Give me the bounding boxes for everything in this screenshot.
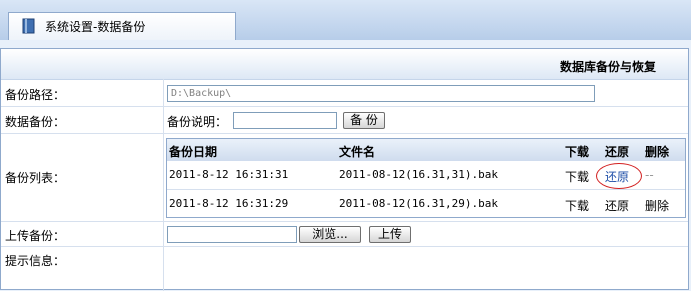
- backup-list-label: 备份列表：: [5, 171, 66, 185]
- upload-file-input[interactable]: [167, 226, 297, 243]
- panel-header: 数据库备份与恢复: [1, 49, 688, 80]
- download-link[interactable]: 下载: [565, 197, 589, 214]
- data-backup-row: 数据备份： 备份说明： 备 份: [1, 107, 688, 134]
- upload-button[interactable]: 上传: [369, 226, 411, 243]
- backup-filename: 2011-08-12(16.31,31).bak: [339, 168, 498, 181]
- backup-list-header: 备份日期 文件名 下载 还原 删除: [167, 139, 685, 161]
- download-link[interactable]: 下载: [565, 168, 589, 185]
- table-row: 2011-8-12 16:31:31 2011-08-12(16.31,31).…: [167, 161, 685, 190]
- data-backup-label: 数据备份：: [5, 115, 66, 129]
- column-header-delete: 删除: [645, 145, 670, 159]
- column-header-restore: 还原: [605, 145, 630, 159]
- panel-title: 数据库备份与恢复: [559, 60, 656, 74]
- backup-path-input[interactable]: [167, 85, 595, 102]
- column-header-date: 备份日期: [169, 145, 218, 159]
- backup-list-table: 备份日期 文件名 下载 还原 删除 2011-8-12 16:31:31 201…: [166, 138, 686, 218]
- backup-date: 2011-8-12 16:31:29: [169, 197, 289, 210]
- table-row: 2011-8-12 16:31:29 2011-08-12(16.31,29).…: [167, 190, 685, 218]
- browse-button[interactable]: 浏览...: [299, 226, 361, 243]
- backup-button[interactable]: 备 份: [343, 112, 385, 129]
- delete-placeholder: --: [645, 168, 654, 182]
- highlight-circle: [596, 163, 642, 189]
- backup-path-label: 备份路径：: [5, 88, 66, 102]
- column-header-download: 下载: [565, 145, 590, 159]
- backup-note-input[interactable]: [233, 112, 337, 129]
- top-bar: 系统设置-数据备份: [0, 0, 691, 40]
- column-header-filename: 文件名: [339, 145, 376, 159]
- backup-note-label: 备份说明：: [167, 115, 228, 129]
- hint-row: 提示信息：: [1, 247, 688, 273]
- book-icon: [22, 18, 35, 34]
- tab-title: 系统设置-数据备份: [45, 20, 146, 34]
- backup-path-row: 备份路径：: [1, 80, 688, 107]
- tab-data-backup[interactable]: 系统设置-数据备份: [8, 12, 236, 40]
- backup-date: 2011-8-12 16:31:31: [169, 168, 289, 181]
- upload-row: 上传备份： 浏览... 上传: [1, 222, 688, 247]
- restore-link[interactable]: 还原: [605, 197, 629, 214]
- backup-filename: 2011-08-12(16.31,29).bak: [339, 197, 498, 210]
- upload-label: 上传备份：: [5, 229, 66, 243]
- hint-label: 提示信息：: [5, 254, 66, 268]
- delete-link[interactable]: 删除: [645, 197, 669, 214]
